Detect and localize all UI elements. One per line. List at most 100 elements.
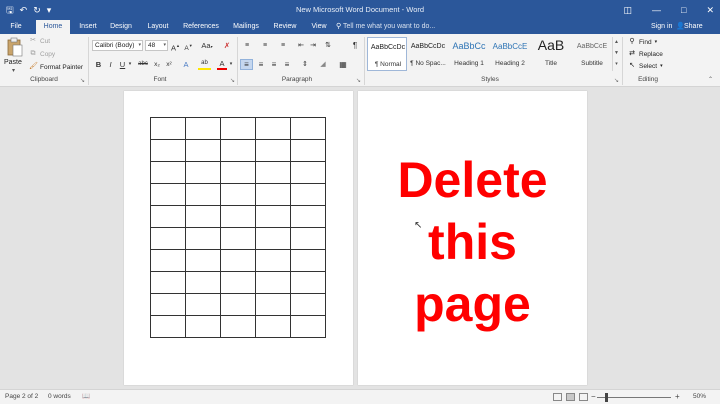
- page-1[interactable]: [124, 91, 353, 385]
- table-cell[interactable]: [290, 183, 326, 206]
- table-cell[interactable]: [185, 205, 221, 228]
- minimize-icon[interactable]: —: [652, 5, 661, 15]
- strikethrough-button[interactable]: abc: [136, 59, 150, 70]
- bullets-icon[interactable]: ≡: [240, 40, 254, 51]
- table-cell[interactable]: [255, 249, 291, 272]
- table-cell[interactable]: [255, 315, 291, 338]
- table-row[interactable]: [150, 205, 326, 228]
- shading-icon[interactable]: ◢: [316, 59, 330, 70]
- numbering-icon[interactable]: ≡: [258, 40, 272, 51]
- table-cell[interactable]: [150, 271, 186, 294]
- change-case-button[interactable]: Aa▾: [198, 40, 216, 51]
- table-cell[interactable]: [255, 271, 291, 294]
- style-normal[interactable]: AaBbCcDc ¶ Normal: [367, 37, 407, 71]
- table-cell[interactable]: [185, 161, 221, 184]
- line-spacing-icon[interactable]: ⇕: [298, 59, 312, 70]
- table-row[interactable]: [150, 183, 326, 206]
- select-button[interactable]: ↖ Select ▾: [628, 62, 663, 70]
- table-cell[interactable]: [150, 205, 186, 228]
- table-row[interactable]: [150, 117, 326, 140]
- tab-view[interactable]: View: [306, 20, 332, 34]
- zoom-slider[interactable]: [597, 397, 671, 398]
- table-cell[interactable]: [150, 315, 186, 338]
- italic-button[interactable]: I: [106, 59, 115, 70]
- table-cell[interactable]: [185, 315, 221, 338]
- tab-insert[interactable]: Insert: [74, 20, 102, 34]
- share-button[interactable]: Share: [684, 20, 703, 34]
- chevron-down-icon[interactable]: ▾: [12, 67, 15, 74]
- web-layout-icon[interactable]: [579, 393, 588, 401]
- zoom-in-icon[interactable]: +: [675, 390, 680, 404]
- decrease-indent-icon[interactable]: ⇤: [296, 40, 306, 51]
- table-cell[interactable]: [185, 249, 221, 272]
- table-cell[interactable]: [220, 271, 256, 294]
- table-cell[interactable]: [290, 249, 326, 272]
- gallery-scroll[interactable]: ▲ ▼ ▾: [612, 37, 620, 71]
- zoom-out-icon[interactable]: −: [591, 390, 596, 404]
- zoom-slider-thumb[interactable]: [605, 393, 608, 402]
- table-cell[interactable]: [290, 205, 326, 228]
- subscript-button[interactable]: x₂: [152, 59, 162, 70]
- multilevel-list-icon[interactable]: ≡: [276, 40, 290, 51]
- chevron-down-icon[interactable]: ▾: [228, 59, 234, 70]
- table-cell[interactable]: [185, 227, 221, 250]
- table-row[interactable]: [150, 249, 326, 272]
- page-2[interactable]: Delete this page: [358, 91, 587, 385]
- table-cell[interactable]: [255, 139, 291, 162]
- table-cell[interactable]: [185, 293, 221, 316]
- table-cell[interactable]: [220, 139, 256, 162]
- dialog-launcher-icon[interactable]: ↘: [356, 77, 361, 84]
- table-cell[interactable]: [255, 227, 291, 250]
- table-cell[interactable]: [290, 139, 326, 162]
- paste-icon[interactable]: [7, 37, 23, 57]
- style-title[interactable]: AaB Title: [531, 37, 571, 71]
- table-cell[interactable]: [220, 315, 256, 338]
- table-cell[interactable]: [220, 227, 256, 250]
- page-count[interactable]: Page 2 of 2: [5, 390, 38, 404]
- copy-button[interactable]: ⧉ Copy: [29, 50, 56, 58]
- sort-icon[interactable]: ⇅: [323, 40, 333, 51]
- style-heading-1[interactable]: AaBbCc Heading 1: [449, 37, 489, 71]
- dialog-launcher-icon[interactable]: ↘: [80, 77, 85, 84]
- table-cell[interactable]: [220, 161, 256, 184]
- table-cell[interactable]: [220, 293, 256, 316]
- align-right-icon[interactable]: ≡: [268, 59, 280, 70]
- borders-icon[interactable]: ▦: [336, 59, 350, 70]
- table-row[interactable]: [150, 293, 326, 316]
- underline-button[interactable]: U: [118, 59, 127, 70]
- table-cell[interactable]: [185, 117, 221, 140]
- print-layout-icon[interactable]: [566, 393, 575, 401]
- paste-button[interactable]: Paste: [4, 59, 22, 66]
- dialog-launcher-icon[interactable]: ↘: [614, 77, 619, 84]
- clear-formatting-icon[interactable]: ✗: [221, 40, 233, 51]
- sign-in-link[interactable]: Sign in: [651, 20, 672, 34]
- increase-indent-icon[interactable]: ⇥: [308, 40, 318, 51]
- align-left-icon[interactable]: ≡: [240, 59, 253, 70]
- font-size-select[interactable]: 48 ▾: [145, 40, 168, 51]
- show-marks-button[interactable]: ¶: [350, 40, 360, 51]
- style-subtitle[interactable]: AaBbCcE Subtitle: [572, 37, 612, 71]
- text-effects-button[interactable]: A: [180, 59, 192, 70]
- tab-layout[interactable]: Layout: [142, 20, 174, 34]
- table-cell[interactable]: [255, 117, 291, 140]
- table-cell[interactable]: [290, 161, 326, 184]
- font-color-button[interactable]: A: [217, 59, 227, 70]
- table-cell[interactable]: [255, 183, 291, 206]
- chevron-up-icon[interactable]: ▲: [613, 37, 620, 48]
- table-cell[interactable]: [185, 183, 221, 206]
- table-cell[interactable]: [150, 249, 186, 272]
- format-painter-button[interactable]: 🖌 Format Painter: [29, 63, 83, 71]
- tell-me-box[interactable]: Tell me what you want to do...: [343, 20, 435, 34]
- table-cell[interactable]: [150, 227, 186, 250]
- table-cell[interactable]: [220, 183, 256, 206]
- table-row[interactable]: [150, 227, 326, 250]
- table-cell[interactable]: [150, 161, 186, 184]
- shrink-font-button[interactable]: A▼: [183, 40, 194, 52]
- restore-ribbon-icon[interactable]: ◫: [624, 5, 633, 16]
- table-cell[interactable]: [220, 117, 256, 140]
- table-cell[interactable]: [290, 293, 326, 316]
- style-no-spacing[interactable]: AaBbCcDc ¶ No Spac...: [408, 37, 448, 71]
- tab-design[interactable]: Design: [106, 20, 136, 34]
- dialog-launcher-icon[interactable]: ↘: [230, 77, 235, 84]
- cut-button[interactable]: ✂ Cut: [29, 37, 50, 45]
